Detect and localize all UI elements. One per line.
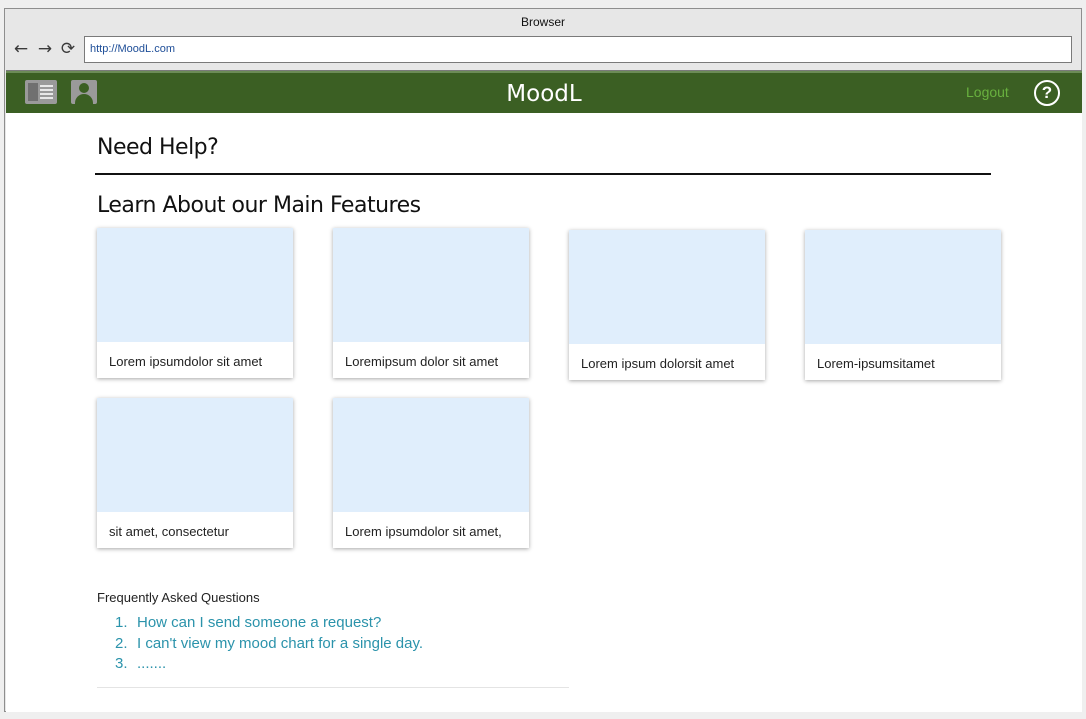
faq-item-number: 1. [115,614,128,631]
feature-card-image [97,228,293,342]
feature-card-caption: Lorem ipsum dolorsit amet [581,356,735,371]
feature-card[interactable]: Lorem ipsum dolorsit amet [569,230,765,380]
feature-card-caption: sit amet, consectetur [109,524,229,539]
forward-arrow-icon[interactable]: → [36,38,54,60]
logout-link[interactable]: Logout [966,84,1009,100]
faq-item-link[interactable]: How can I send someone a request? [137,614,381,631]
feature-card-image [97,398,293,512]
faq-list: 1. How can I send someone a request? 2. I … [115,613,423,675]
feature-card[interactable]: Loremipsum dolor sit amet [333,228,529,378]
faq-item-number: 3. [115,655,128,672]
feature-card-image [333,398,529,512]
page-title: Need Help? [97,135,219,160]
feature-card-caption: Lorem ipsumdolor sit amet [109,354,263,369]
back-arrow-icon[interactable]: ← [12,38,30,60]
faq-heading: Frequently Asked Questions [97,590,260,605]
browser-toolbar: ← → ⟳ http://MoodL.com [5,35,1081,65]
reload-icon[interactable]: ⟳ [59,38,77,60]
feature-card-caption: Loremipsum dolor sit amet [345,354,499,369]
faq-item[interactable]: 2. I can't view my mood chart for a singl… [115,634,423,655]
feature-card-image [805,230,1001,344]
faq-divider [97,687,569,688]
web-page: MoodL Logout ? Need Help? Learn About ou… [6,70,1082,712]
help-question-icon[interactable]: ? [1034,80,1060,106]
faq-item-number: 2. [115,634,128,652]
features-heading: Learn About our Main Features [97,193,421,218]
feature-card[interactable]: sit amet, consectetur [97,398,293,548]
feature-card[interactable]: Lorem ipsumdolor sit amet [97,228,293,378]
title-divider [95,173,991,175]
feature-card[interactable]: Lorem-ipsumsitamet [805,230,1001,380]
window-title: Browser [520,15,565,29]
main-content: Need Help? Learn About our Main Features… [6,113,1082,712]
feature-card-caption: Lorem-ipsumsitamet [817,356,935,371]
app-brand-title: MoodL [506,81,582,107]
browser-window: Browser ← → ⟳ http://MoodL.com MoodL Log… [4,8,1082,712]
feature-card-caption: Lorem ipsumdolor sit amet, [345,524,502,539]
feature-card[interactable]: Lorem ipsumdolor sit amet, [333,398,529,548]
app-header: MoodL Logout ? [6,71,1082,113]
faq-item-link[interactable]: I can't view my mood chart for a single … [137,635,423,652]
faq-item[interactable]: 1. How can I send someone a request? [115,613,423,634]
faq-item[interactable]: 3........ [115,654,423,675]
feature-card-image [333,228,529,342]
feature-card-image [569,230,765,344]
faq-item-link[interactable]: ....... [137,655,166,672]
address-bar[interactable]: http://MoodL.com [84,36,1072,63]
